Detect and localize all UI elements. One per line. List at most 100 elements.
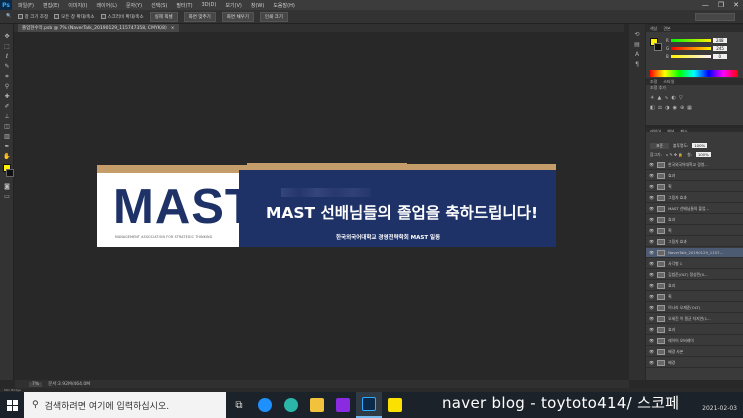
tab-close-icon[interactable]: ×	[171, 26, 175, 31]
mixer-icon[interactable]: ⊕	[680, 105, 684, 111]
pen-tool-icon[interactable]: ✒	[3, 144, 11, 150]
visibility-eye-icon[interactable]: 👁	[649, 206, 654, 211]
visibility-eye-icon[interactable]: 👁	[649, 173, 654, 178]
restore-icon[interactable]: ❐	[718, 0, 724, 10]
layer-row[interactable]: 👁 효과	[646, 325, 743, 335]
windows-start-icon[interactable]	[0, 392, 24, 418]
menu-view[interactable]: 보기(V)	[225, 2, 242, 9]
gradient-tool-icon[interactable]: ▥	[3, 134, 11, 140]
layer-row[interactable]: 👁 배경	[646, 358, 743, 368]
lock-icons[interactable]: ▫ ✎ ✥ 🔒	[666, 152, 683, 157]
menu-edit[interactable]: 편집(E)	[43, 2, 59, 9]
character-icon[interactable]: A	[633, 52, 641, 58]
brightness-icon[interactable]: ☀	[650, 95, 654, 101]
tab-swatches[interactable]: 견본	[663, 26, 670, 32]
layer-row[interactable]: 👁 효과	[646, 171, 743, 181]
actual-pixels-button[interactable]: 실제 픽셀	[149, 11, 178, 22]
visibility-eye-icon[interactable]: 👁	[649, 327, 654, 332]
menu-3d[interactable]: 3D(D)	[202, 2, 217, 8]
zoom-all-windows-checkbox[interactable]: 모든 창 확대/축소	[54, 14, 95, 20]
visibility-eye-icon[interactable]: 👁	[649, 316, 654, 321]
opacity-field[interactable]: 100%	[692, 143, 708, 148]
minimize-icon[interactable]: —	[702, 0, 709, 10]
menu-type[interactable]: 문자(Y)	[126, 2, 142, 9]
visibility-eye-icon[interactable]: 👁	[649, 338, 654, 343]
menu-select[interactable]: 선택(S)	[151, 2, 167, 9]
workspace-select[interactable]	[695, 13, 735, 21]
levels-icon[interactable]: ▲	[657, 95, 661, 101]
move-tool-icon[interactable]: ✥	[3, 34, 11, 40]
vibrance-icon[interactable]: ▽	[679, 95, 683, 101]
eyedropper-tool-icon[interactable]: ⚲	[3, 84, 11, 90]
layer-row[interactable]: 👁 이나라 오재준(OLT)	[646, 303, 743, 313]
layer-row[interactable]: 👁 획	[646, 226, 743, 236]
menu-image[interactable]: 이미지(I)	[68, 2, 87, 9]
slider-blue[interactable]: B 0	[666, 54, 742, 59]
kakaotalk-icon[interactable]	[382, 392, 408, 418]
layer-row[interactable]: 👁 김범준(OLT) 정성민(0...	[646, 270, 743, 280]
visibility-eye-icon[interactable]: 👁	[649, 217, 654, 222]
visibility-eye-icon[interactable]: 👁	[649, 283, 654, 288]
balance-icon[interactable]: ⚖	[658, 105, 662, 111]
document-tab[interactable]: 졸업현수막.psb @ 7% (NaverTalk_20190129_11574…	[18, 24, 179, 32]
visibility-eye-icon[interactable]: 👁	[649, 162, 654, 167]
layer-row[interactable]: 👁 효과	[646, 215, 743, 225]
blend-mode-select[interactable]: 표준	[650, 142, 669, 149]
layer-row[interactable]: 👁 효과	[646, 281, 743, 291]
stamp-tool-icon[interactable]: ⊥	[3, 114, 11, 120]
print-size-button[interactable]: 인쇄 크기	[259, 11, 288, 22]
layer-row[interactable]: 👁 그림자 효과	[646, 237, 743, 247]
layer-row[interactable]: 👁 배경 사본	[646, 347, 743, 357]
quick-mask-icon[interactable]: ◙	[3, 184, 11, 190]
file-explorer-icon[interactable]	[304, 392, 330, 418]
visibility-eye-icon[interactable]: 👁	[649, 272, 654, 277]
layer-row[interactable]: 👁 획	[646, 182, 743, 192]
bw-icon[interactable]: ◑	[665, 105, 669, 111]
fill-screen-button[interactable]: 화면 채우기	[221, 11, 254, 22]
fill-field[interactable]: 100%	[695, 152, 711, 157]
photo-filter-icon[interactable]: ◉	[673, 105, 677, 111]
onenote-icon[interactable]	[330, 392, 356, 418]
taskbar-search-input[interactable]: ⚲ 검색하려면 여기에 입력하십시오.	[24, 392, 226, 418]
healing-tool-icon[interactable]: ✚	[3, 94, 11, 100]
paragraph-icon[interactable]: ¶	[633, 62, 641, 68]
menu-help[interactable]: 도움말(H)	[273, 2, 294, 9]
layer-row[interactable]: 👁 사각형 1	[646, 259, 743, 269]
banner-artwork[interactable]: MAST MANAGEMENT ASSOCIATION FOR STRATEGI…	[97, 160, 556, 248]
layer-row[interactable]: 👁 그림자 효과	[646, 193, 743, 203]
layer-row[interactable]: 👁 MAST 선배님들의 졸업...	[646, 204, 743, 214]
ie-icon[interactable]	[252, 392, 278, 418]
slider-red[interactable]: R 248	[666, 38, 742, 43]
quick-select-tool-icon[interactable]: ✎	[3, 64, 11, 70]
visibility-eye-icon[interactable]: 👁	[649, 239, 654, 244]
visibility-eye-icon[interactable]: 👁	[649, 228, 654, 233]
slider-green[interactable]: G 245	[666, 46, 742, 51]
color-spectrum[interactable]	[650, 70, 738, 77]
layer-row[interactable]: 👁 획	[646, 292, 743, 302]
visibility-eye-icon[interactable]: 👁	[649, 305, 654, 310]
layer-row[interactable]: 👁 한국외국어대학교 경영...	[646, 160, 743, 170]
exposure-icon[interactable]: ◐	[672, 95, 676, 101]
marquee-tool-icon[interactable]: ⬚	[3, 44, 11, 50]
menu-filter[interactable]: 필터(T)	[176, 2, 192, 9]
layer-row[interactable]: 👁 NaverTalk_20190129_1157...	[646, 248, 743, 258]
eraser-tool-icon[interactable]: ◫	[3, 124, 11, 130]
visibility-eye-icon[interactable]: 👁	[649, 195, 654, 200]
layer-row[interactable]: 👁 오세진 이 필균 차지연(1...	[646, 314, 743, 324]
background-color-swatch[interactable]	[6, 169, 14, 177]
lookup-icon[interactable]: ▦	[687, 105, 692, 111]
visibility-eye-icon[interactable]: 👁	[649, 184, 654, 189]
curves-icon[interactable]: ∿	[664, 95, 668, 101]
zoom-field[interactable]: 7%	[29, 381, 43, 387]
menu-file[interactable]: 파일(F)	[18, 2, 34, 9]
zoom-tool-icon[interactable]: 🔍	[6, 14, 12, 19]
tab-color[interactable]: 색상	[650, 26, 657, 32]
scrubby-zoom-checkbox[interactable]: 스크러비 확대/축소	[100, 14, 144, 20]
layer-row[interactable]: 👁 레이어 오버레이	[646, 336, 743, 346]
visibility-eye-icon[interactable]: 👁	[649, 360, 654, 365]
menu-window[interactable]: 창(W)	[251, 2, 264, 9]
lasso-tool-icon[interactable]: ℓ	[3, 54, 11, 60]
visibility-eye-icon[interactable]: 👁	[649, 294, 654, 299]
crop-tool-icon[interactable]: ⌗	[3, 74, 11, 80]
brush-tool-icon[interactable]: ✐	[3, 104, 11, 110]
